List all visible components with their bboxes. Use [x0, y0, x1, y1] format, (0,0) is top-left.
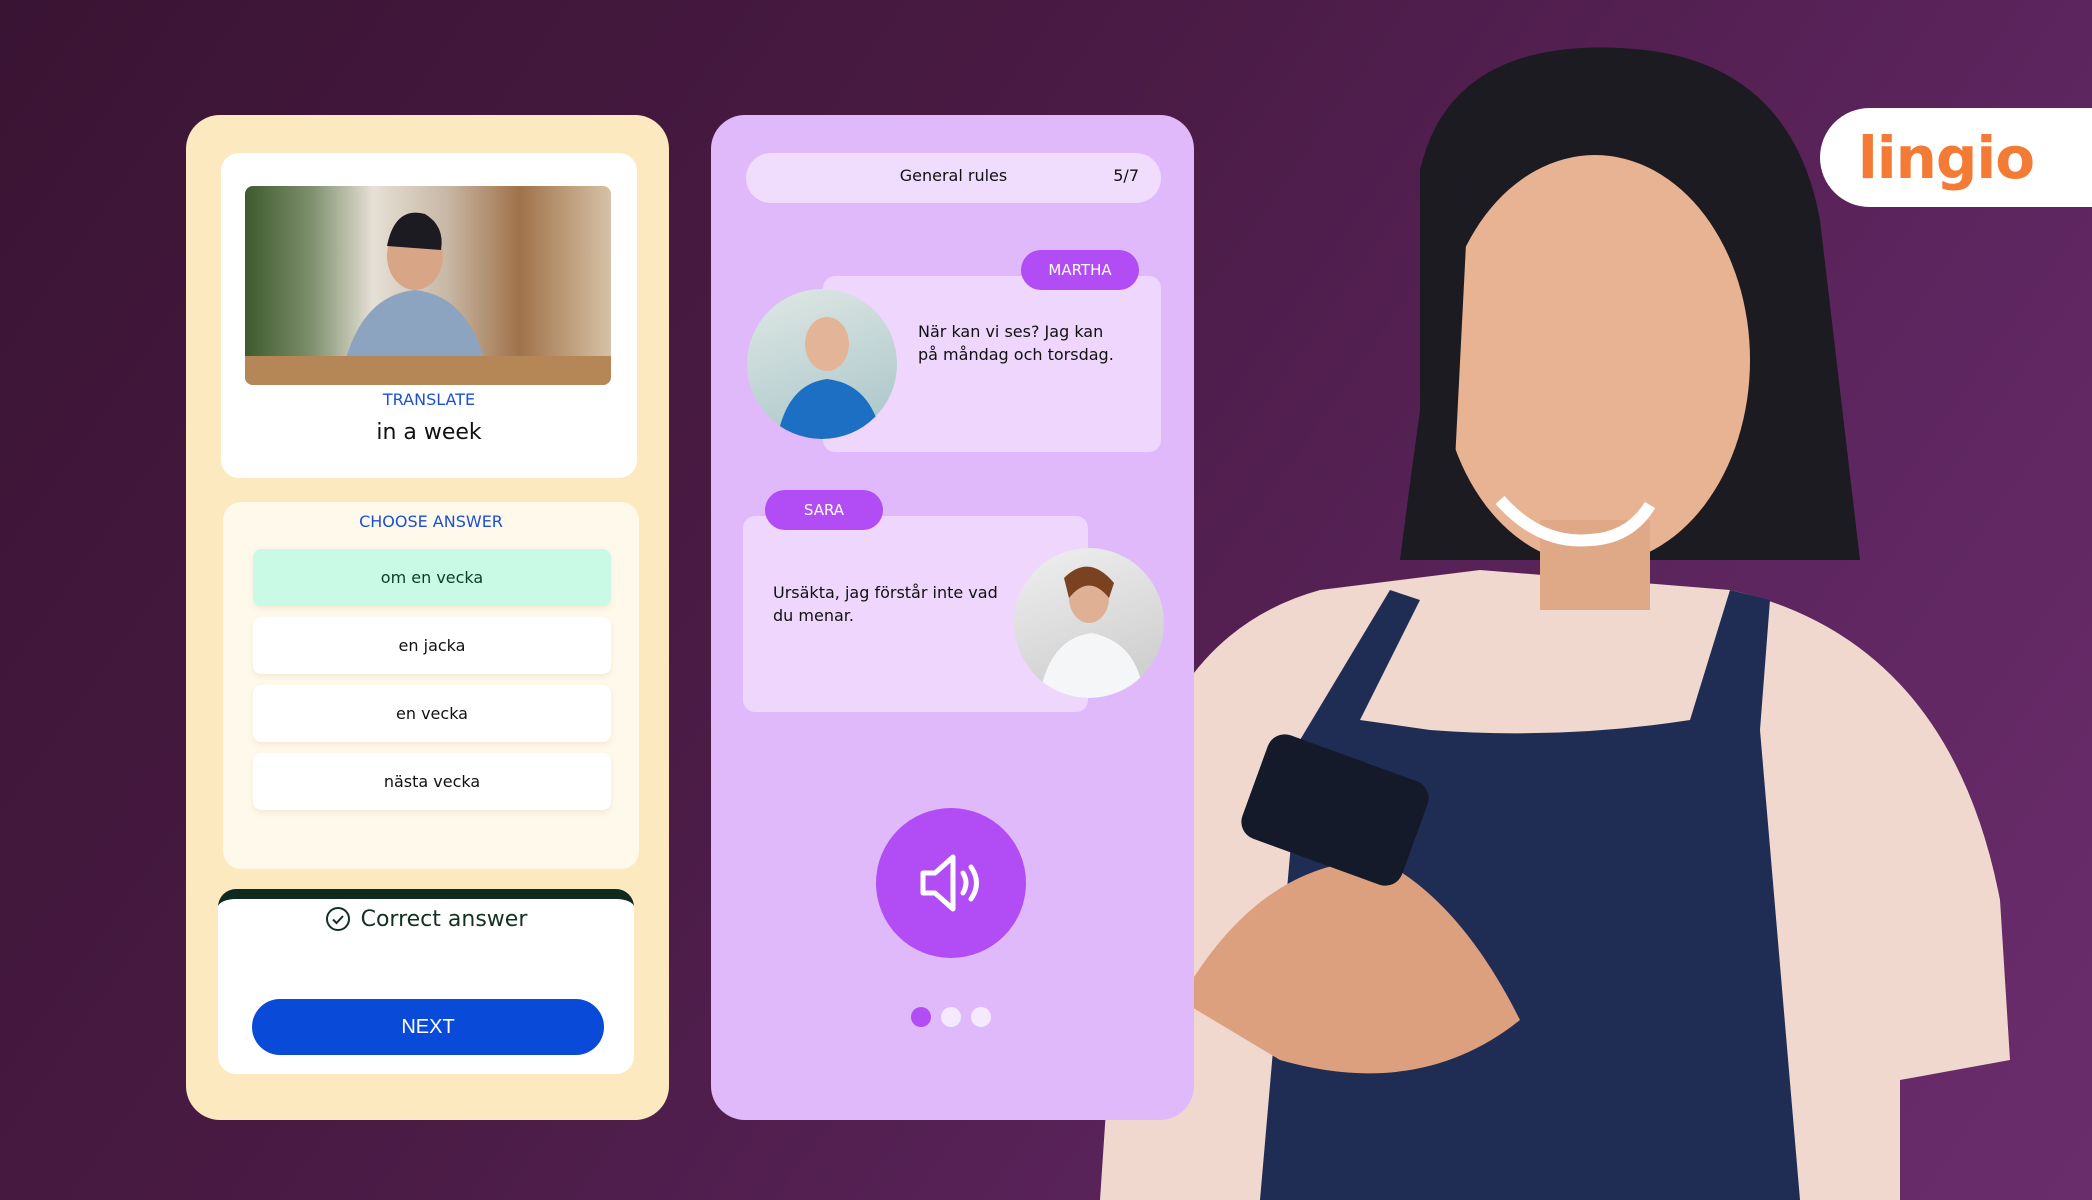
- feedback-row: Correct answer: [218, 906, 634, 932]
- answer-option-4[interactable]: nästa vecka: [253, 753, 611, 810]
- page-dot-3[interactable]: [971, 1007, 991, 1027]
- page-dot-1-active[interactable]: [911, 1007, 931, 1027]
- speaker-tag-sara: SARA: [765, 490, 883, 530]
- lesson-photo-illustration: [245, 212, 611, 385]
- speaker-tag-martha: MARTHA: [1021, 250, 1139, 290]
- feedback-text: Correct answer: [360, 906, 528, 932]
- lesson-photo: [245, 186, 611, 385]
- translate-instruction: TRANSLATE: [382, 390, 476, 409]
- page-dot-2[interactable]: [941, 1007, 961, 1027]
- answer-option-1[interactable]: om en vecka: [253, 549, 611, 606]
- lesson-title: General rules: [899, 166, 1008, 185]
- answer-option-2[interactable]: en jacka: [253, 617, 611, 674]
- avatar-martha: [747, 289, 897, 439]
- speaker-icon: [920, 854, 979, 912]
- logo-text: lingio: [1857, 123, 2035, 192]
- phrase-to-translate: in a week: [376, 420, 482, 445]
- next-button[interactable]: NEXT: [252, 999, 604, 1055]
- lingio-logo: lingio: [1820, 108, 2092, 207]
- answer-option-3[interactable]: en vecka: [253, 685, 611, 742]
- message-text-martha: När kan vi ses? Jag kan på måndag och to…: [918, 322, 1114, 364]
- avatar-sara: [1014, 548, 1164, 698]
- play-audio-button[interactable]: [876, 808, 1026, 958]
- message-text-sara: Ursäkta, jag förstår inte vad du menar.: [773, 583, 998, 625]
- lesson-progress: 5/7: [1113, 166, 1139, 185]
- lesson-header: General rules 5/7: [746, 153, 1161, 203]
- choose-answer-label: CHOOSE ANSWER: [359, 512, 503, 531]
- check-circle-icon: [325, 907, 350, 931]
